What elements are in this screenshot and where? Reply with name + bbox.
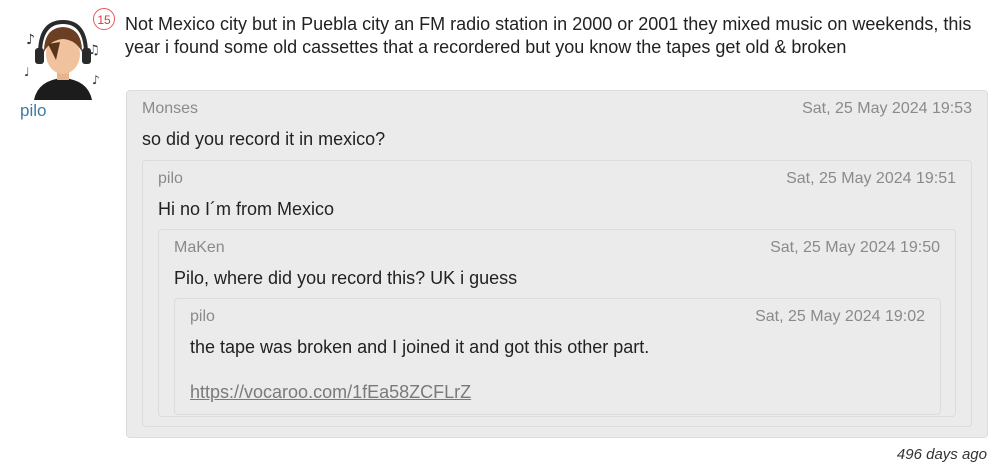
quote-date: Sat, 25 May 2024 19:02 [755,308,925,325]
quote-author: pilo [190,308,215,325]
post-count-badge: 15 [93,8,115,30]
quote-text: so did you record it in mexico? [142,129,386,149]
svg-text:♪: ♪ [92,73,100,87]
post-author-username[interactable]: pilo [20,101,46,121]
post-body-text: Not Mexico city but in Puebla city an FM… [125,14,972,57]
quote-text: Pilo, where did you record this? UK i gu… [174,268,518,288]
quote-author: pilo [158,170,183,187]
svg-text:♩: ♩ [24,65,30,79]
quote-author: MaKen [174,239,225,256]
svg-text:♪: ♪ [26,32,35,48]
quote-block-2: pilo Sat, 25 May 2024 19:51 Hi no I´m fr… [142,160,972,427]
avatar[interactable]: ♪ ♫ ♩ ♪ [20,14,106,100]
avatar-container: ♪ ♫ ♩ ♪ 15 [20,8,116,100]
quote-date: Sat, 25 May 2024 19:53 [802,100,972,117]
quote-text: the tape was broken and I joined it and … [190,337,650,357]
quote-text: Hi no I´m from Mexico [158,199,335,219]
quote-block-4: pilo Sat, 25 May 2024 19:02 the tape was… [174,298,941,415]
quote-block-3: MaKen Sat, 25 May 2024 19:50 Pilo, where… [158,229,956,417]
quote-author: Monses [142,100,199,117]
quote-date: Sat, 25 May 2024 19:50 [770,239,940,256]
vocaroo-link[interactable]: https://vocaroo.com/1fEa58ZCFLrZ [190,382,471,403]
avatar-headphones-icon: ♪ ♫ ♩ ♪ [20,14,106,100]
quote-block-1: Monses Sat, 25 May 2024 19:53 so did you… [126,90,988,438]
quote-date: Sat, 25 May 2024 19:51 [786,170,956,187]
post-time-ago: 496 days ago [896,446,987,463]
